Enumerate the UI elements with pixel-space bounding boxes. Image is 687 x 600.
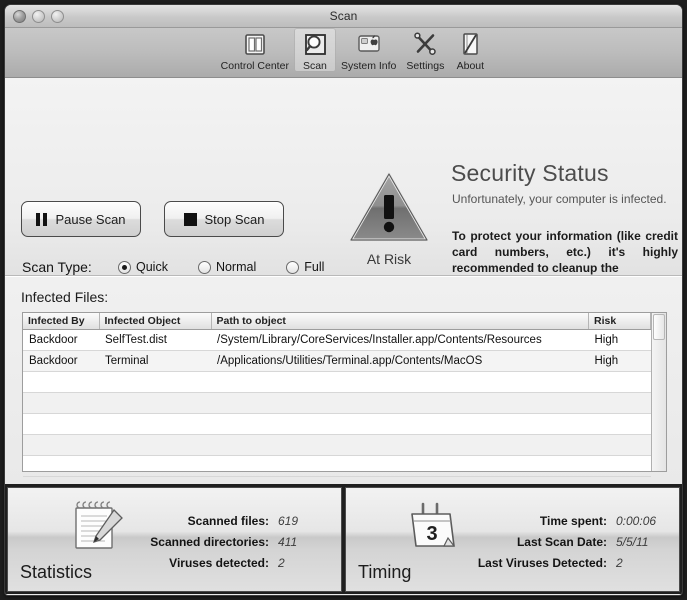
infected-files-panel: Infected Files: Infected By Infected Obj… xyxy=(5,276,682,484)
toolbar-item-scan[interactable]: Scan xyxy=(294,28,336,72)
toolbar: Control Center Scan xyxy=(5,28,682,78)
table-row-empty xyxy=(23,414,651,435)
toolbar-label-control-center: Control Center xyxy=(221,60,289,72)
application-window: Scan Control Center xyxy=(4,4,683,596)
scan-type-label: Scan Type: xyxy=(22,259,92,275)
security-status-paragraph-1: Unfortunately, your computer is infected… xyxy=(452,192,677,207)
radio-normal-dot xyxy=(198,261,211,274)
timing-key: Time spent: xyxy=(540,514,607,528)
stop-scan-button[interactable]: Stop Scan xyxy=(164,201,284,237)
app-root: Scan Control Center xyxy=(0,0,687,600)
risk-indicator: At Risk xyxy=(342,170,436,267)
toolbar-item-about[interactable]: About xyxy=(449,28,491,72)
timing-title: Timing xyxy=(358,562,411,583)
summary-panels: Scanned files: 619 Scanned directories: … xyxy=(5,484,682,594)
cell-risk: High xyxy=(589,351,651,372)
timing-row: Time spent: 0:00:06 xyxy=(419,514,669,535)
security-status-title: Security Status xyxy=(451,160,609,187)
column-header-path[interactable]: Path to object xyxy=(211,313,589,330)
radio-quick-label: Quick xyxy=(136,260,168,274)
statistics-row: Scanned files: 619 xyxy=(81,514,331,535)
pause-scan-label: Pause Scan xyxy=(55,212,125,227)
cell-path: /Applications/Utilities/Terminal.app/Con… xyxy=(211,351,589,372)
table-row-empty xyxy=(23,435,651,456)
wrench-screwdriver-icon xyxy=(411,29,439,59)
toolbar-label-about: About xyxy=(457,60,484,72)
radio-full[interactable]: Full xyxy=(286,260,324,274)
statistics-title: Statistics xyxy=(20,562,92,583)
timing-row: Last Viruses Detected: 2 xyxy=(419,556,669,577)
timing-rows: Time spent: 0:00:06 Last Scan Date: 5/5/… xyxy=(419,514,669,577)
system-info-icon xyxy=(355,29,383,59)
statistics-key: Scanned directories: xyxy=(150,535,269,549)
cell-infected-object: SelfTest.dist xyxy=(99,330,211,351)
stop-icon xyxy=(184,213,197,226)
statistics-key: Viruses detected: xyxy=(169,556,269,570)
statistics-value: 2 xyxy=(269,556,331,570)
cell-path: /System/Library/CoreServices/Installer.a… xyxy=(211,330,589,351)
table-row-empty xyxy=(23,456,651,477)
cell-infected-by: Backdoor xyxy=(23,330,99,351)
timing-row: Last Scan Date: 5/5/11 xyxy=(419,535,669,556)
statistics-value: 411 xyxy=(269,535,331,549)
table-header-row: Infected By Infected Object Path to obje… xyxy=(23,313,651,330)
window-title: Scan xyxy=(5,9,682,23)
cell-infected-by: Backdoor xyxy=(23,351,99,372)
timing-key: Last Scan Date: xyxy=(517,535,607,549)
toolbar-item-control-center[interactable]: Control Center xyxy=(216,28,294,72)
scrollbar-thumb[interactable] xyxy=(653,314,665,340)
risk-label: At Risk xyxy=(342,251,436,267)
infected-files-table-wrap: Infected By Infected Object Path to obje… xyxy=(22,312,667,472)
timing-panel: 3 Time spent: 0:00:06 Last Scan Date: 5/… xyxy=(345,487,680,592)
radio-quick-dot xyxy=(118,261,131,274)
scan-type-radio-group: Quick Normal Full xyxy=(118,260,354,274)
infected-files-title: Infected Files: xyxy=(21,289,108,305)
table-row-empty xyxy=(23,393,651,414)
table-vertical-scrollbar[interactable] xyxy=(651,313,666,471)
toolbar-label-scan: Scan xyxy=(303,60,327,72)
stop-scan-label: Stop Scan xyxy=(205,212,265,227)
cell-infected-object: Terminal xyxy=(99,351,211,372)
timing-key: Last Viruses Detected: xyxy=(478,556,607,570)
radio-full-label: Full xyxy=(304,260,324,274)
cell-risk: High xyxy=(589,330,651,351)
statistics-panel: Scanned files: 619 Scanned directories: … xyxy=(7,487,342,592)
column-header-infected-by[interactable]: Infected By xyxy=(23,313,99,330)
toolbar-item-system-info[interactable]: System Info xyxy=(336,28,401,72)
column-header-infected-object[interactable]: Infected Object xyxy=(99,313,211,330)
column-header-risk[interactable]: Risk xyxy=(589,313,651,330)
security-status-paragraph-2: To protect your information (like credit… xyxy=(452,228,678,276)
radio-normal-label: Normal xyxy=(216,260,256,274)
table-row-empty xyxy=(23,372,651,393)
timing-value: 2 xyxy=(607,556,669,570)
timing-value: 5/5/11 xyxy=(607,535,669,549)
pause-scan-button[interactable]: Pause Scan xyxy=(21,201,141,237)
statistics-rows: Scanned files: 619 Scanned directories: … xyxy=(81,514,331,577)
warning-triangle-icon xyxy=(347,170,431,244)
table-row[interactable]: Backdoor Terminal /Applications/Utilitie… xyxy=(23,351,651,372)
toolbar-label-settings: Settings xyxy=(406,60,444,72)
statistics-key: Scanned files: xyxy=(188,514,269,528)
toolbar-item-settings[interactable]: Settings xyxy=(401,28,449,72)
magnifier-scan-icon xyxy=(301,29,329,59)
control-center-icon xyxy=(241,29,269,59)
statistics-value: 619 xyxy=(269,514,331,528)
timing-value: 0:00:06 xyxy=(607,514,669,528)
radio-quick[interactable]: Quick xyxy=(118,260,168,274)
about-book-icon xyxy=(456,29,484,59)
pause-icon xyxy=(36,213,47,226)
toolbar-label-system-info: System Info xyxy=(341,60,396,72)
statistics-row: Scanned directories: 411 xyxy=(81,535,331,556)
scan-controls-panel: Pause Scan Stop Scan Scan Type: Quick No… xyxy=(5,78,682,276)
radio-normal[interactable]: Normal xyxy=(198,260,256,274)
infected-files-table: Infected By Infected Object Path to obje… xyxy=(23,313,651,477)
table-row[interactable]: Backdoor SelfTest.dist /System/Library/C… xyxy=(23,330,651,351)
title-bar: Scan xyxy=(5,5,682,28)
radio-full-dot xyxy=(286,261,299,274)
statistics-row: Viruses detected: 2 xyxy=(81,556,331,577)
